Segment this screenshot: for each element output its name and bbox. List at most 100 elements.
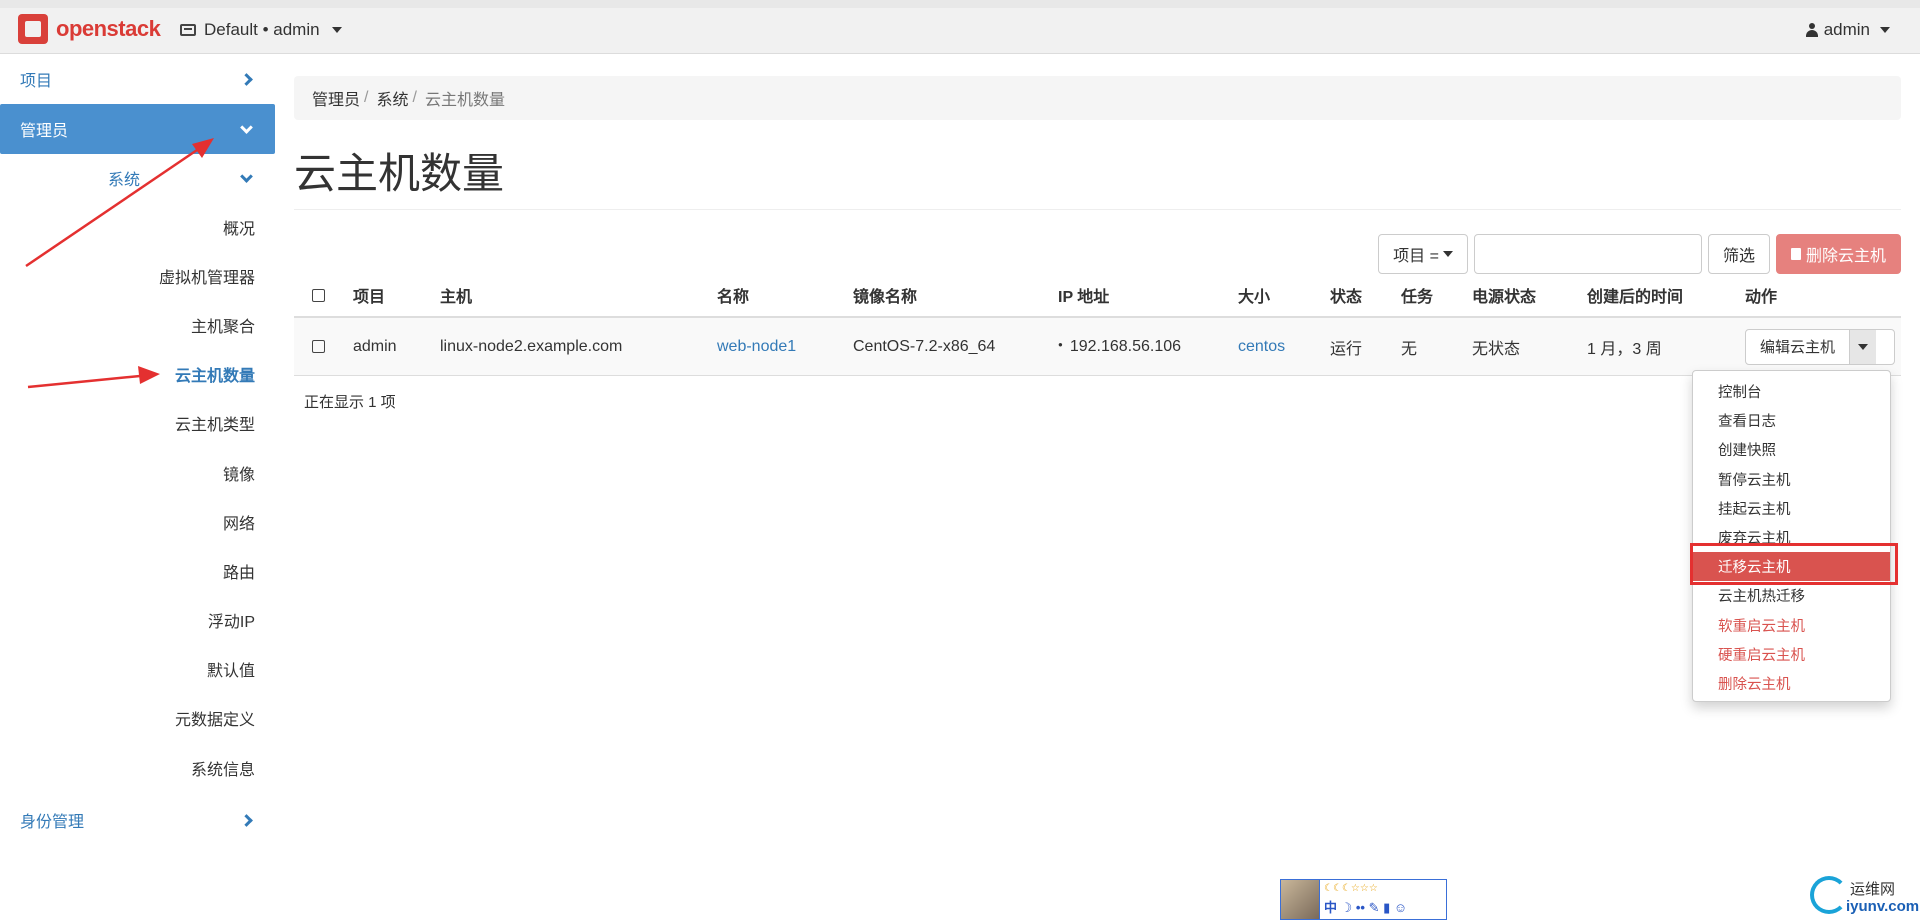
chevron-right-icon xyxy=(240,72,253,86)
top-navbar: openstack Default • admin admin xyxy=(0,0,1920,54)
title-divider xyxy=(294,209,1901,210)
star-rating-icon: ☾☾☾☆☆☆ xyxy=(1324,883,1378,894)
sidebar-item-identity[interactable]: 身份管理 xyxy=(0,795,275,845)
cell-created: 1 月，3 周 xyxy=(1587,340,1662,358)
menu-item-create-snapshot[interactable]: 创建快照 xyxy=(1693,435,1890,464)
filter-field-select[interactable]: 项目 = xyxy=(1378,234,1468,274)
site-name: 运维网 xyxy=(1850,881,1896,898)
column-header-status[interactable]: 状态 xyxy=(1330,283,1401,307)
brand-name: openstack xyxy=(56,16,161,41)
sidebar-item-system[interactable]: 系统 xyxy=(0,154,275,202)
menu-item-pause[interactable]: 暂停云主机 xyxy=(1693,465,1890,494)
sidebar-item-overview[interactable]: 概况 xyxy=(0,202,275,251)
menu-item-soft-reboot[interactable]: 软重启云主机 xyxy=(1693,611,1890,640)
cell-project: admin xyxy=(353,337,397,355)
cell-host: linux-node2.example.com xyxy=(440,337,623,355)
cell-image: CentOS-7.2-x86_64 xyxy=(853,337,996,355)
brand-logo-link[interactable]: openstack xyxy=(18,14,161,44)
row-action-group: 编辑云主机 xyxy=(1745,328,1895,365)
delete-instances-button[interactable]: 删除云主机 xyxy=(1775,234,1901,274)
sidebar-item-routers[interactable]: 路由 xyxy=(0,546,275,595)
edit-instance-button[interactable]: 编辑云主机 xyxy=(1746,329,1851,364)
site-logo-icon xyxy=(1810,876,1848,914)
ime-toolbar: ☾☾☾☆☆☆ 中 ☽ •• ✎ ▮ ☺ xyxy=(1280,879,1447,920)
cell-status: 运行 xyxy=(1330,340,1363,358)
cell-actions: 编辑云主机 xyxy=(1745,328,1895,365)
row-checkbox[interactable] xyxy=(312,340,325,353)
row-actions-toggle[interactable] xyxy=(1850,329,1877,364)
instances-table: 项目 主机 名称 镜像名称 IP 地址 大小 状态 任务 电源状态 创建后的时间… xyxy=(294,274,1901,376)
column-header-actions: 动作 xyxy=(1745,289,1778,306)
trash-icon xyxy=(1790,248,1801,260)
sidebar-item-hypervisors[interactable]: 虚拟机管理器 xyxy=(0,251,275,300)
sidebar: 项目 管理员 系统 概况 虚拟机管理器 主机聚合 云主机数量 云主机类型 镜像 … xyxy=(0,54,275,920)
project-switcher-label: Default • admin xyxy=(204,20,320,39)
project-switcher[interactable]: Default • admin xyxy=(180,20,342,40)
breadcrumb-system[interactable]: 系统 xyxy=(376,86,408,110)
sidebar-item-defaults[interactable]: 默认值 xyxy=(0,645,275,694)
select-all-checkbox[interactable] xyxy=(312,288,325,302)
openstack-logo-icon xyxy=(18,14,48,44)
site-url: iyunv.com xyxy=(1846,898,1920,915)
annotation-highlight-box xyxy=(1690,543,1898,585)
column-header-task[interactable]: 任务 xyxy=(1401,283,1472,307)
delete-instances-label: 删除云主机 xyxy=(1805,248,1886,265)
menu-item-live-migrate[interactable]: 云主机热迁移 xyxy=(1693,581,1890,610)
user-icon xyxy=(1805,23,1818,37)
table-actions: 项目 = 筛选 删除云主机 xyxy=(1378,234,1901,274)
breadcrumb-admin[interactable]: 管理员 xyxy=(312,86,360,110)
cell-ip: 192.168.56.106 xyxy=(1058,338,1238,356)
breadcrumb: 管理员 / 系统 / 云主机数量 xyxy=(294,76,1901,120)
chevron-down-icon xyxy=(240,120,253,134)
sidebar-item-networks[interactable]: 网络 xyxy=(0,497,275,546)
menu-item-suspend[interactable]: 挂起云主机 xyxy=(1693,494,1890,523)
sidebar-item-host-aggregates[interactable]: 主机聚合 xyxy=(0,300,275,349)
sidebar-item-admin[interactable]: 管理员 xyxy=(0,104,275,154)
cell-task: 无 xyxy=(1401,340,1418,358)
sidebar-item-floating-ips[interactable]: 浮动IP xyxy=(0,596,275,645)
sidebar-item-flavors[interactable]: 云主机类型 xyxy=(0,399,275,448)
column-header-name[interactable]: 名称 xyxy=(717,283,853,307)
sidebar-item-images[interactable]: 镜像 xyxy=(0,448,275,497)
breadcrumb-current: 云主机数量 xyxy=(424,92,505,109)
table-header: 项目 主机 名称 镜像名称 IP 地址 大小 状态 任务 电源状态 创建后的时间… xyxy=(294,274,1901,318)
sidebar-item-label: 项目 xyxy=(20,73,53,90)
cell-power-state: 无状态 xyxy=(1472,340,1521,358)
caret-down-icon xyxy=(1880,27,1890,33)
page-title: 云主机数量 xyxy=(294,150,505,197)
column-header-size[interactable]: 大小 xyxy=(1238,283,1330,307)
caret-down-icon xyxy=(1858,343,1869,350)
column-header-project[interactable]: 项目 xyxy=(353,283,440,307)
column-header-power[interactable]: 电源状态 xyxy=(1472,283,1587,307)
filter-input[interactable] xyxy=(1473,234,1702,274)
sidebar-item-label: 身份管理 xyxy=(20,814,85,831)
filter-field-label: 项目 = xyxy=(1393,248,1439,265)
flavor-link[interactable]: centos xyxy=(1238,338,1330,356)
sidebar-item-project[interactable]: 项目 xyxy=(0,54,275,104)
user-menu-label: admin xyxy=(1823,20,1870,39)
column-header-ip[interactable]: IP 地址 xyxy=(1058,283,1238,307)
caret-down-icon xyxy=(331,27,342,33)
sidebar-item-metadata-definitions[interactable]: 元数据定义 xyxy=(0,694,275,743)
avatar xyxy=(1281,880,1320,919)
site-watermark: 运维网 iyunv.com xyxy=(1810,874,1919,918)
menu-item-console[interactable]: 控制台 xyxy=(1693,377,1890,406)
breadcrumb-separator: / xyxy=(412,89,417,106)
menu-item-hard-reboot[interactable]: 硬重启云主机 xyxy=(1693,640,1890,669)
user-menu[interactable]: admin xyxy=(1805,20,1890,40)
sidebar-item-instances[interactable]: 云主机数量 xyxy=(0,350,275,399)
filter-button[interactable]: 筛选 xyxy=(1707,234,1770,274)
ime-tools[interactable]: 中 ☽ •• ✎ ▮ ☺ xyxy=(1324,898,1407,918)
sidebar-item-system-info[interactable]: 系统信息 xyxy=(0,743,275,792)
menu-item-view-log[interactable]: 查看日志 xyxy=(1693,406,1890,435)
table-row: admin linux-node2.example.com web-node1 … xyxy=(294,318,1901,376)
sidebar-item-label: 系统 xyxy=(108,172,141,189)
column-header-image[interactable]: 镜像名称 xyxy=(853,283,1058,307)
menu-item-delete[interactable]: 删除云主机 xyxy=(1693,669,1890,698)
instance-name-link[interactable]: web-node1 xyxy=(717,338,853,356)
column-header-host[interactable]: 主机 xyxy=(440,283,717,307)
caret-down-icon xyxy=(1442,251,1453,257)
sidebar-item-label: 管理员 xyxy=(20,123,69,140)
column-header-created[interactable]: 创建后的时间 xyxy=(1587,283,1745,307)
breadcrumb-separator: / xyxy=(364,89,369,106)
